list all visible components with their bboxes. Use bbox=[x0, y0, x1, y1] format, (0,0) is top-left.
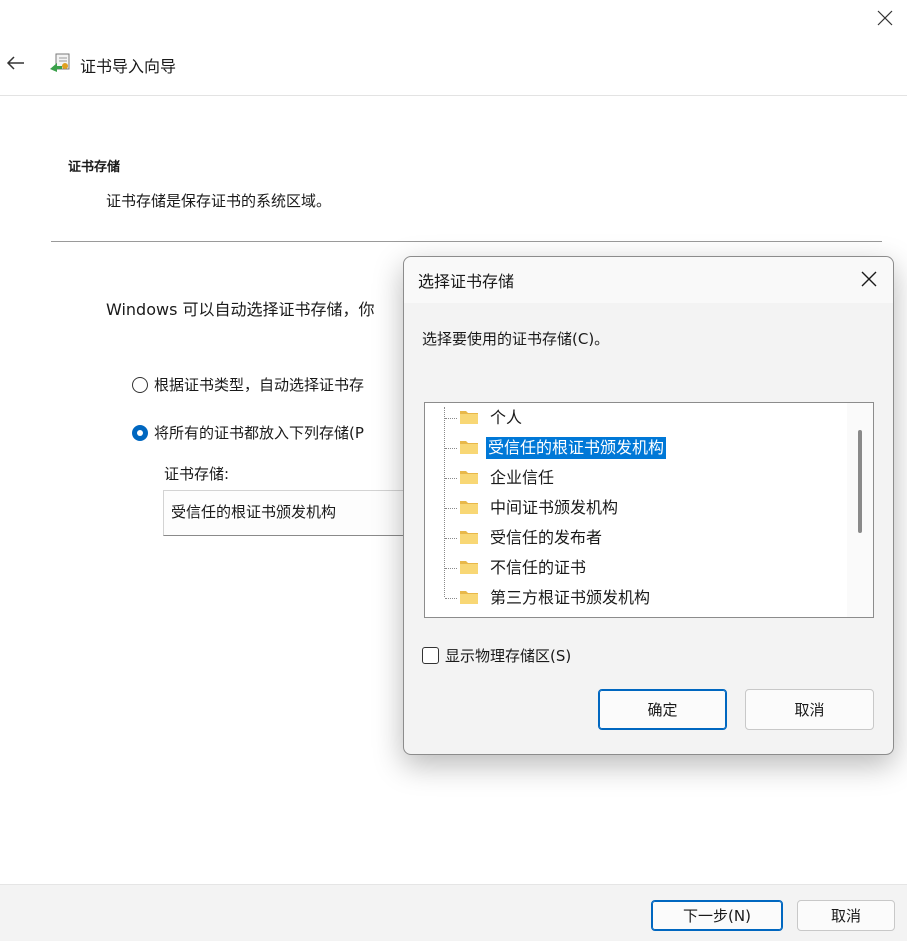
dialog-cancel-button[interactable]: 取消 bbox=[745, 689, 874, 730]
back-arrow-icon[interactable] bbox=[4, 52, 26, 74]
wizard-footer: 下一步(N) 取消 bbox=[0, 884, 907, 941]
tree-item[interactable]: 受信任的发布者 bbox=[425, 523, 845, 553]
dialog-header: 选择证书存储 bbox=[404, 257, 893, 303]
tree-connector bbox=[445, 448, 457, 449]
show-physical-label: 显示物理存储区(S) bbox=[445, 647, 572, 665]
tree-connector bbox=[445, 598, 457, 599]
radio-button-checked[interactable] bbox=[132, 424, 148, 441]
tree-item-label: 第三方根证书颁发机构 bbox=[490, 588, 651, 607]
tree-item-label: 受信任的发布者 bbox=[490, 528, 603, 547]
tree-item-label: 企业信任 bbox=[490, 468, 555, 487]
divider bbox=[51, 241, 882, 242]
section-title: 证书存储 bbox=[68, 160, 121, 175]
cancel-button[interactable]: 取消 bbox=[797, 900, 895, 931]
folder-icon bbox=[460, 441, 478, 454]
folder-icon bbox=[460, 561, 478, 574]
tree-item-label: 受信任的根证书颁发机构 bbox=[486, 437, 667, 459]
store-field: 受信任的根证书颁发机构 bbox=[163, 490, 443, 536]
folder-icon bbox=[460, 591, 478, 604]
tree-connector bbox=[445, 538, 457, 539]
dialog-prompt: 选择要使用的证书存储(C)。 bbox=[422, 330, 610, 348]
scrollbar-thumb[interactable] bbox=[858, 430, 862, 533]
show-physical-checkbox[interactable]: 显示物理存储区(S) bbox=[422, 645, 571, 666]
section-description: 证书存储是保存证书的系统区域。 bbox=[106, 192, 332, 210]
dialog-title: 选择证书存储 bbox=[418, 272, 515, 291]
tree-connector bbox=[445, 418, 457, 419]
radio-button[interactable] bbox=[132, 376, 148, 393]
checkbox[interactable] bbox=[422, 647, 439, 664]
radio-manual-label: 将所有的证书都放入下列存储(P bbox=[154, 424, 364, 442]
tree-item[interactable]: 受信任的根证书颁发机构 bbox=[425, 433, 845, 463]
tree-item[interactable]: 不信任的证书 bbox=[425, 553, 845, 583]
select-store-dialog: 选择证书存储 选择要使用的证书存储(C)。 个人受信任的根证书颁发机构企业信任中… bbox=[403, 256, 894, 755]
store-label: 证书存储: bbox=[164, 465, 230, 483]
close-icon[interactable] bbox=[859, 269, 879, 289]
next-button[interactable]: 下一步(N) bbox=[651, 900, 783, 931]
tree-item[interactable]: 第三方根证书颁发机构 bbox=[425, 583, 845, 613]
intro-text: Windows 可以自动选择证书存储，你 bbox=[106, 300, 375, 319]
tree-connector bbox=[445, 478, 457, 479]
scrollbar[interactable] bbox=[847, 403, 873, 617]
tree-item-label: 中间证书颁发机构 bbox=[490, 498, 619, 517]
ok-button[interactable]: 确定 bbox=[598, 689, 727, 730]
wizard-title: 证书导入向导 bbox=[80, 57, 177, 76]
radio-auto-select[interactable]: 根据证书类型，自动选择证书存 bbox=[132, 374, 364, 395]
folder-icon bbox=[460, 501, 478, 514]
folder-icon bbox=[460, 531, 478, 544]
wizard-header: 证书导入向导 bbox=[0, 40, 907, 96]
tree-connector bbox=[445, 508, 457, 509]
radio-place-all[interactable]: 将所有的证书都放入下列存储(P bbox=[132, 422, 364, 443]
tree-item-label: 不信任的证书 bbox=[490, 558, 587, 577]
close-icon[interactable] bbox=[875, 8, 895, 28]
radio-auto-label: 根据证书类型，自动选择证书存 bbox=[154, 376, 365, 394]
store-tree[interactable]: 个人受信任的根证书颁发机构企业信任中间证书颁发机构 受信任的发布者 不信任的证书第三… bbox=[424, 402, 874, 618]
tree-item[interactable]: 企业信任 bbox=[425, 463, 845, 493]
tree-item[interactable]: 个人 bbox=[425, 403, 845, 433]
tree-item-label: 个人 bbox=[490, 408, 523, 427]
certificate-wizard-icon bbox=[50, 53, 70, 72]
folder-icon bbox=[460, 471, 478, 484]
tree-item[interactable]: 中间证书颁发机构 bbox=[425, 493, 845, 523]
tree-connector bbox=[445, 568, 457, 569]
folder-icon bbox=[460, 411, 478, 424]
